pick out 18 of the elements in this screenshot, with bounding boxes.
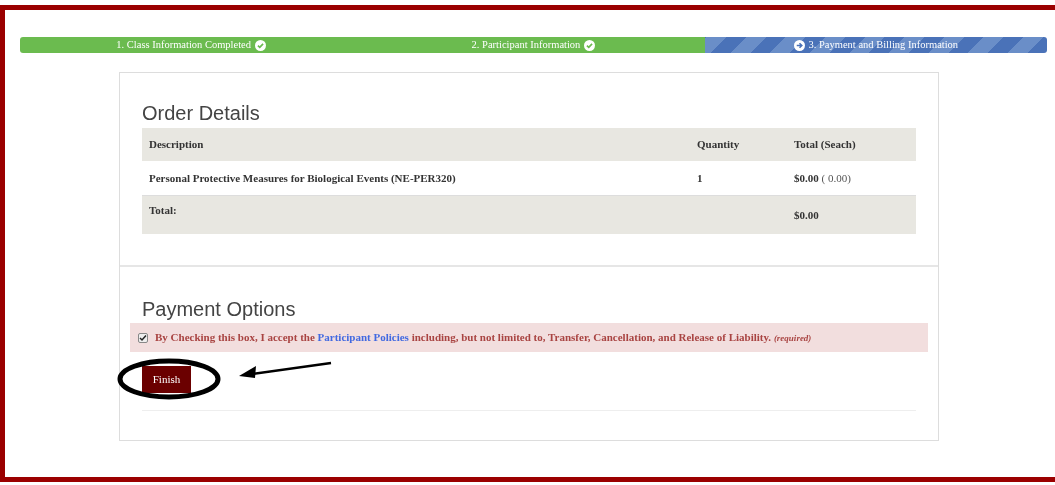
table-cell: Personal Protective Measures for Biological Events (NE-PER320) bbox=[142, 161, 690, 195]
table-cell: $0.00 bbox=[787, 195, 916, 234]
agreement-text: By Checking this box, I accept the Participant Policies including, but not limited to, Transfer, Cancellation, and Release of Liability. (required) bbox=[155, 330, 812, 346]
finish-button[interactable]: Finish bbox=[142, 366, 191, 393]
step-label: 1. Class Information Completed bbox=[116, 38, 252, 53]
policies-link[interactable]: Participant Policies bbox=[317, 331, 409, 344]
arrow-circle-icon bbox=[793, 39, 805, 51]
column-header: Total (Seach) bbox=[787, 128, 916, 161]
table-cell: $0.00 ( 0.00) bbox=[787, 161, 916, 195]
step-label: 2. Participant Information bbox=[471, 38, 581, 53]
table-cell: Total: bbox=[142, 195, 690, 234]
agreement-checkbox[interactable] bbox=[138, 332, 148, 343]
section-heading: Payment Options bbox=[141, 297, 297, 321]
table-cell: 1 bbox=[690, 161, 787, 195]
column-header: Quantity bbox=[690, 128, 787, 161]
step-label: 3. Payment and Billing Information bbox=[808, 38, 959, 53]
column-header: Description bbox=[142, 128, 690, 161]
section-heading: Order Details bbox=[142, 101, 261, 125]
